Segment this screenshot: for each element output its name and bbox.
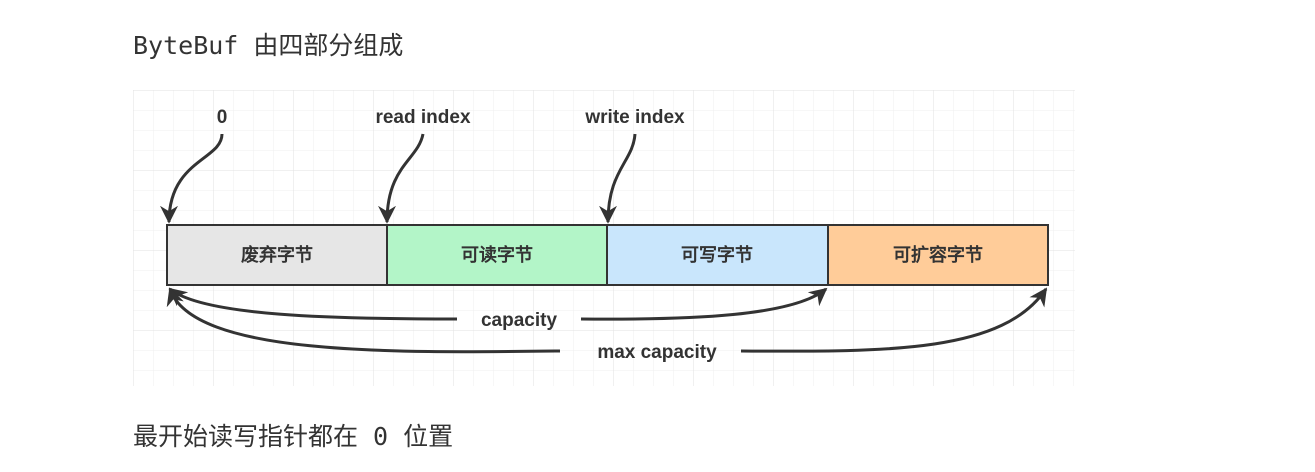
heading: ByteBuf 由四部分组成 — [133, 31, 404, 60]
footer-text: 最开始读写指针都在 0 位置 — [133, 422, 454, 451]
pointer-label-write-index: write index — [584, 107, 685, 128]
segment-writable: 可写字节 — [606, 224, 829, 286]
bytebuf-diagram: 0 read index write index 废弃字节 可读字节 可写字节 … — [133, 90, 1075, 386]
segment-writable-label: 可写字节 — [681, 244, 753, 266]
segment-readable-label: 可读字节 — [461, 244, 533, 266]
pointer-label-read-index: read index — [375, 107, 470, 128]
segment-discarded: 废弃字节 — [166, 224, 388, 286]
segment-expandable-label: 可扩容字节 — [893, 244, 983, 266]
segment-expandable: 可扩容字节 — [827, 224, 1049, 286]
capacity-label: capacity — [481, 310, 557, 331]
segment-discarded-label: 废弃字节 — [241, 244, 313, 266]
pointer-label-zero: 0 — [217, 107, 228, 128]
segment-readable: 可读字节 — [386, 224, 608, 286]
max-capacity-label: max capacity — [597, 342, 717, 363]
